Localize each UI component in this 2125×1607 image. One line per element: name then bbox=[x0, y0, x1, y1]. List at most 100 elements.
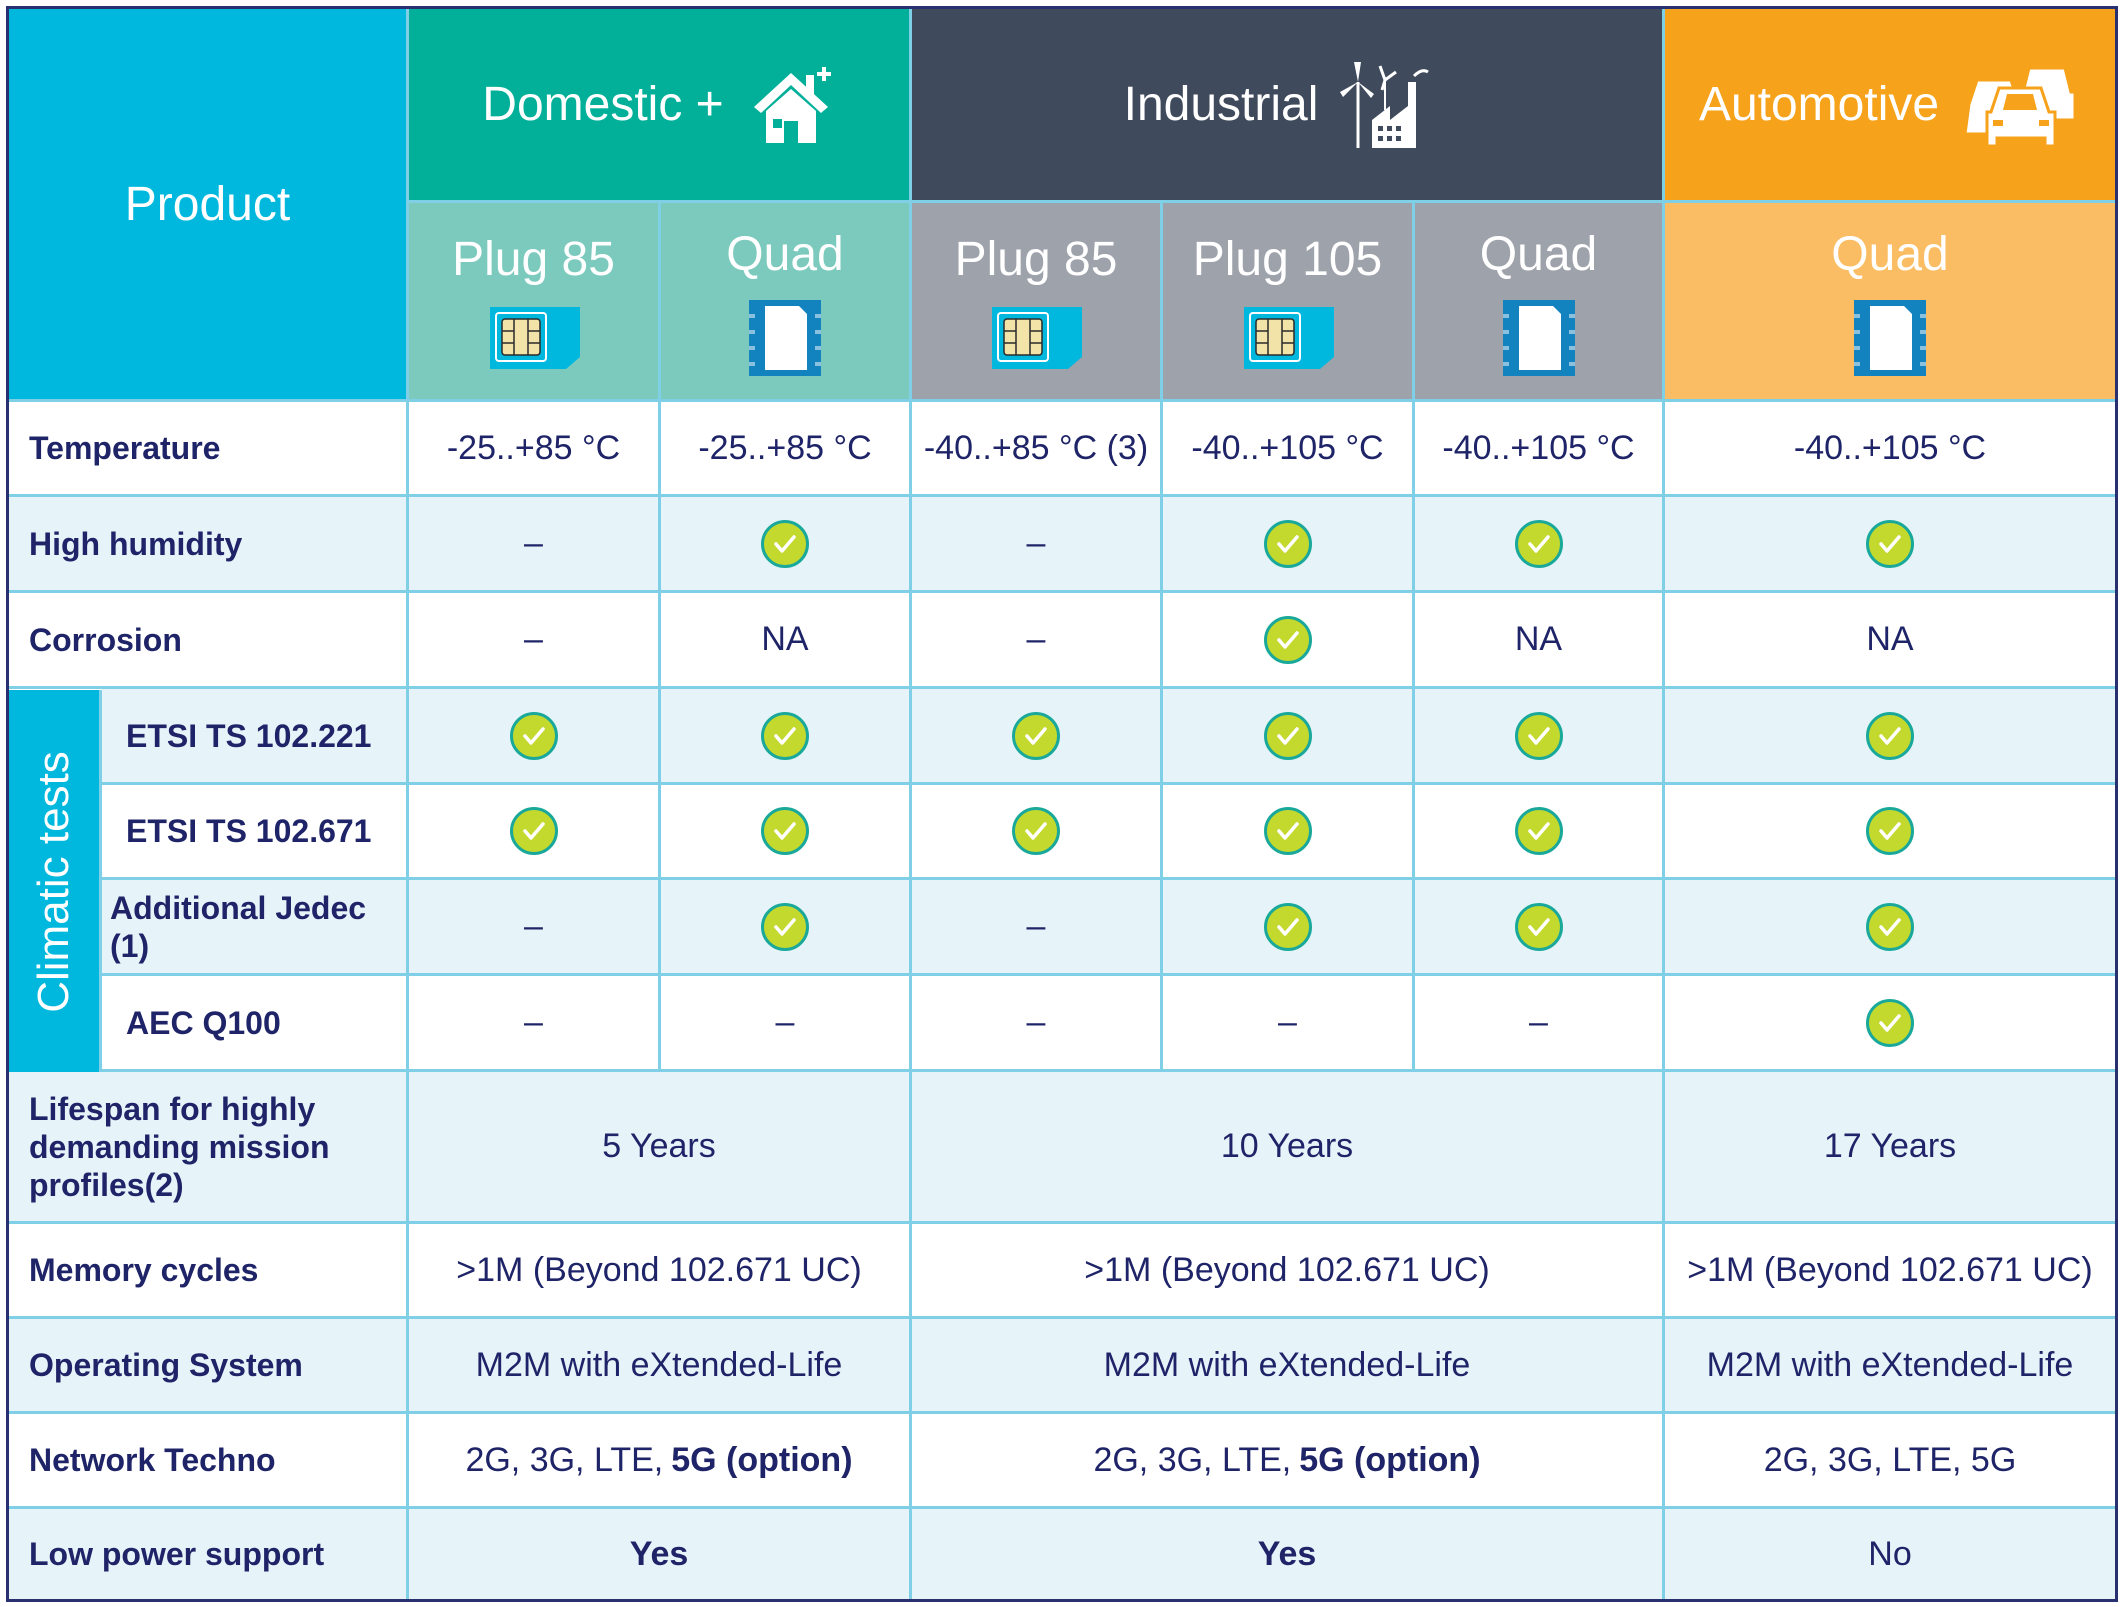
merged-cell: No bbox=[1665, 1509, 2115, 1599]
product-header: Product bbox=[9, 9, 409, 402]
table-cell: – bbox=[912, 880, 1163, 976]
table-cell bbox=[661, 497, 912, 593]
cell-value: 10 Years bbox=[1220, 1127, 1354, 1165]
table-cell: NA bbox=[661, 593, 912, 689]
table-cell bbox=[661, 785, 912, 880]
table-cell bbox=[912, 689, 1163, 785]
cell-value: Yes bbox=[629, 1534, 689, 1573]
cell-value: 17 Years bbox=[1823, 1127, 1957, 1165]
merged-cell: >1M (Beyond 102.671 UC) bbox=[409, 1224, 912, 1319]
group-header-label: Industrial bbox=[1123, 78, 1319, 131]
table-cell: -40..+105 °C bbox=[1163, 402, 1415, 497]
table-cell bbox=[1415, 497, 1665, 593]
cell-value: -40..+105 °C bbox=[1442, 428, 1635, 467]
table-cell bbox=[1415, 785, 1665, 880]
cell-value: NA bbox=[761, 620, 809, 658]
check-icon bbox=[1866, 902, 1914, 951]
row-label: AEC Q100 bbox=[102, 976, 409, 1072]
table-cell: -40..+105 °C bbox=[1415, 402, 1665, 497]
table-cell: – bbox=[912, 593, 1163, 689]
table-cell: NA bbox=[1415, 593, 1665, 689]
climatic-tests-group: Climatic tests bbox=[9, 690, 102, 1077]
row-label-text: Temperature bbox=[29, 430, 221, 466]
table-cell bbox=[912, 785, 1163, 880]
cars-icon bbox=[1961, 62, 2081, 147]
cell-value: -40..+85 °C (3) bbox=[923, 428, 1149, 467]
row-label-text: Additional Jedec (1) bbox=[110, 889, 367, 964]
table-cell bbox=[1665, 976, 2115, 1072]
row-label: Memory cycles bbox=[9, 1224, 409, 1319]
product-column-label: Plug 85 bbox=[954, 232, 1118, 286]
check-icon bbox=[1263, 615, 1312, 664]
check-icon bbox=[509, 807, 558, 855]
climatic-tests-label: Climatic tests bbox=[29, 751, 78, 1013]
row-label: ETSI TS 102.671 bbox=[102, 785, 409, 880]
cell-value: -25..+85 °C bbox=[698, 428, 872, 467]
dash-value: – bbox=[1026, 620, 1046, 658]
cell-value: M2M with eXtended-Life bbox=[1706, 1345, 2074, 1384]
product-column-label: Plug 85 bbox=[452, 232, 615, 286]
sim-card-icon bbox=[1240, 305, 1336, 371]
check-icon bbox=[761, 902, 809, 951]
check-icon bbox=[1866, 807, 1914, 855]
merged-cell: Yes bbox=[912, 1509, 1665, 1599]
merged-cell: 5 Years bbox=[409, 1072, 912, 1224]
table-cell: – bbox=[1415, 976, 1665, 1072]
group-header-automotive: Automotive bbox=[1665, 9, 2115, 203]
group-header-domestic: Domestic + bbox=[409, 9, 912, 203]
quad-chip-icon bbox=[1854, 299, 1926, 376]
check-icon bbox=[1514, 711, 1563, 760]
product-column-header: Plug 85 bbox=[409, 203, 661, 402]
check-icon bbox=[761, 807, 809, 855]
dash-value: – bbox=[1529, 1003, 1548, 1041]
dash-value: – bbox=[1278, 1003, 1297, 1041]
row-label: Network Techno bbox=[9, 1414, 409, 1509]
merged-cell: 2G, 3G, LTE, 5G (option) bbox=[409, 1414, 912, 1509]
house-plus-icon bbox=[746, 65, 836, 145]
table-cell bbox=[409, 785, 661, 880]
table-cell bbox=[1163, 497, 1415, 593]
row-label-text: Low power support bbox=[29, 1536, 325, 1572]
dash-value: – bbox=[524, 907, 543, 945]
row-label: Additional Jedec (1) bbox=[102, 880, 409, 976]
check-icon bbox=[1514, 519, 1563, 568]
product-column-header: Quad bbox=[1665, 203, 2115, 402]
merged-cell: >1M (Beyond 102.671 UC) bbox=[1665, 1224, 2115, 1319]
product-column-label: Quad bbox=[726, 227, 844, 281]
dash-value: – bbox=[524, 524, 543, 562]
check-icon bbox=[1012, 807, 1060, 855]
row-label-text: High humidity bbox=[29, 525, 243, 562]
row-label: Temperature bbox=[9, 402, 409, 497]
table-cell bbox=[1163, 593, 1415, 689]
merged-cell: Yes bbox=[409, 1509, 912, 1599]
table-cell bbox=[1415, 880, 1665, 976]
cell-value: -40..+105 °C bbox=[1191, 428, 1384, 467]
check-icon bbox=[1012, 711, 1060, 760]
product-column-label: Quad bbox=[1831, 227, 1949, 281]
merged-cell: M2M with eXtended-Life bbox=[1665, 1319, 2115, 1414]
group-header-label: Automotive bbox=[1698, 78, 1940, 131]
table-cell: -25..+85 °C bbox=[661, 402, 912, 497]
cell-value-bold: 5G (option) bbox=[1299, 1440, 1481, 1479]
product-header-label: Product bbox=[124, 177, 291, 231]
table-cell: -25..+85 °C bbox=[409, 402, 661, 497]
table-cell bbox=[661, 880, 912, 976]
cell-value: 2G, 3G, LTE, 5G bbox=[1763, 1440, 2017, 1479]
merged-cell: 2G, 3G, LTE, 5G (option) bbox=[912, 1414, 1665, 1509]
cell-value: >1M (Beyond 102.671 UC) bbox=[1687, 1250, 2093, 1289]
group-header-industrial: Industrial bbox=[912, 9, 1665, 203]
cell-value: NA bbox=[1866, 620, 1914, 658]
cell-value-bold: 5G (option) bbox=[671, 1440, 853, 1479]
merged-cell: M2M with eXtended-Life bbox=[912, 1319, 1665, 1414]
table-cell bbox=[1665, 497, 2115, 593]
merged-cell: 2G, 3G, LTE, 5G bbox=[1665, 1414, 2115, 1509]
cell-value: 2G, 3G, LTE, bbox=[1093, 1440, 1292, 1479]
table-cell bbox=[1665, 785, 2115, 880]
check-icon bbox=[1866, 519, 1914, 568]
table-cell bbox=[1665, 880, 2115, 976]
row-label-text: ETSI TS 102.671 bbox=[126, 813, 372, 849]
table-cell: – bbox=[409, 593, 661, 689]
table-cell: – bbox=[912, 497, 1163, 593]
sim-card-icon bbox=[486, 305, 582, 371]
group-header-label: Domestic + bbox=[482, 78, 724, 131]
